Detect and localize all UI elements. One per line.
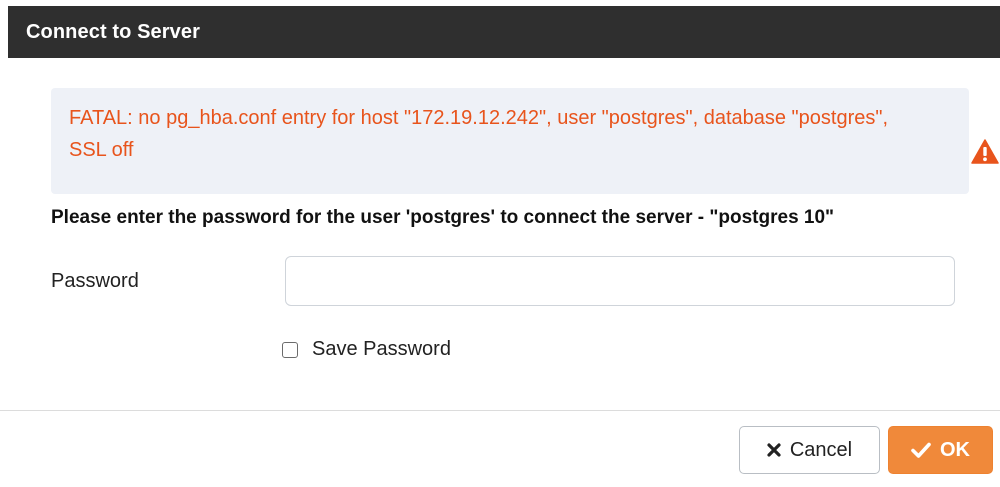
- warning-triangle-icon: [971, 139, 999, 165]
- footer-divider: [0, 410, 1000, 411]
- cancel-button-label: Cancel: [789, 438, 853, 461]
- connect-to-server-dialog: Connect to Server FATAL: no pg_hba.conf …: [0, 0, 1000, 487]
- error-message: FATAL: no pg_hba.conf entry for host "17…: [69, 107, 889, 161]
- save-password-label: Save Password: [312, 338, 451, 360]
- dialog-titlebar[interactable]: Connect to Server: [8, 6, 1000, 58]
- password-input[interactable]: [285, 256, 955, 306]
- ok-button[interactable]: OK: [888, 426, 993, 474]
- cancel-button[interactable]: Cancel: [739, 426, 880, 474]
- error-alert: FATAL: no pg_hba.conf entry for host "17…: [51, 88, 969, 194]
- checkmark-icon: [911, 442, 931, 458]
- save-password-checkbox[interactable]: [282, 341, 298, 358]
- save-password-option[interactable]: Save Password: [282, 338, 451, 361]
- password-label: Password: [51, 270, 139, 292]
- dialog-title: Connect to Server: [26, 20, 200, 43]
- x-icon: [767, 443, 781, 457]
- ok-button-label: OK: [940, 438, 970, 461]
- password-prompt-text: Please enter the password for the user '…: [51, 207, 835, 228]
